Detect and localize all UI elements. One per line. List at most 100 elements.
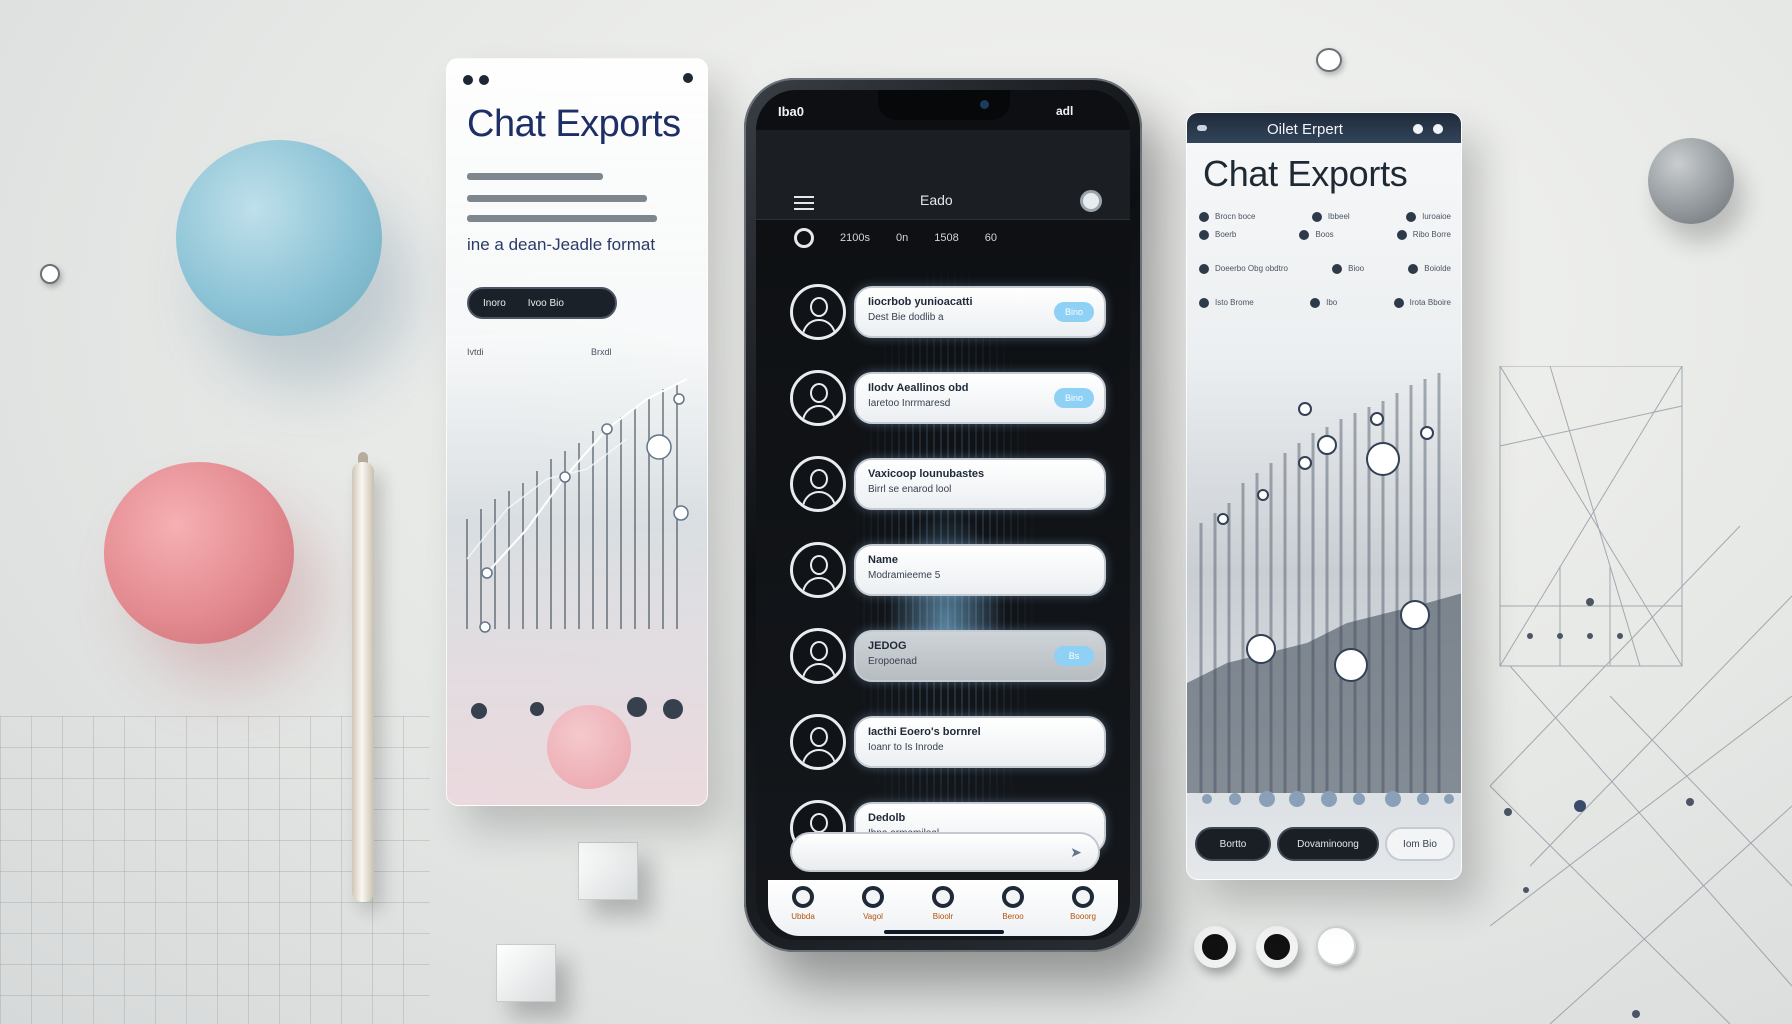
export-button-label: Ivoo Bio (527, 297, 564, 309)
stat-b: Bioo (1332, 264, 1364, 274)
bullet-icon (1299, 230, 1310, 240)
filter-row: 2100s 0n 1508 60 (794, 226, 1094, 250)
action-button[interactable]: Bortto (1195, 827, 1271, 861)
filter-chip[interactable]: 2100s (840, 232, 870, 244)
left-export-panel: Chat Exports ine a dean-Jeadle format In… (446, 58, 708, 806)
small-bead (1316, 48, 1342, 72)
stat-b: Boos (1299, 230, 1334, 240)
panel-title: Chat Exports (1203, 153, 1408, 194)
line-bar-chart (466, 378, 689, 719)
chat-bubble[interactable]: Name Modramieeme 5 (854, 544, 1106, 596)
avatar (790, 284, 846, 340)
wireframe-decoration (1490, 366, 1792, 1024)
chat-bubble[interactable]: Iacthi Eoero's bornrel Ioanr to Is Inrod… (854, 716, 1106, 768)
tab-label: Beroo (1002, 912, 1024, 921)
stat-row: Doeerbo Obg obdtro Bioo Boiolde (1199, 259, 1451, 279)
chat-badge: Bino (1054, 388, 1094, 408)
tab-icon (862, 886, 884, 908)
bar-chart (1187, 373, 1461, 807)
tab-label: Bioolr (932, 912, 954, 921)
bullet-icon (1199, 230, 1209, 240)
panel-subtitle: ine a dean-Jeadle format (467, 235, 656, 254)
bullet-icon (1332, 264, 1343, 274)
blue-sphere (176, 140, 382, 336)
bullet-icon (1199, 298, 1209, 308)
stat-row: Isto Brome Ibo Irota Bboire (1199, 293, 1451, 313)
bullet-icon (1393, 298, 1404, 308)
stat-c: Ribo Borre (1396, 230, 1451, 240)
tab-item[interactable]: Booorg (1053, 886, 1113, 936)
stat-row: Brocn boce Ibbeel Iuroaioe (1199, 207, 1451, 227)
chart-label: Ivtdi (467, 347, 484, 357)
chat-name: Vaxicoop lounubastes (868, 468, 985, 480)
placeholder-line (467, 195, 647, 202)
bullet-icon (1408, 264, 1419, 274)
tab-item[interactable]: Bioolr (913, 886, 973, 936)
filter-chip[interactable]: 0n (896, 232, 908, 244)
chat-bubble[interactable]: JEDOG Eropoenad Bs (854, 630, 1106, 682)
chat-list-item[interactable]: Iiocrbob yunioacatti Dest Bie dodlib a B… (790, 284, 1106, 344)
tab-icon (792, 886, 814, 908)
avatar (790, 542, 846, 598)
chat-name: Ilodv Aeallinos obd (868, 382, 969, 394)
window-dot (479, 75, 489, 85)
tab-item[interactable]: Beroo (983, 886, 1043, 936)
phone-screen: Iba0 adl Eado 2100s 0n 1508 60 Iiocrbob … (756, 90, 1130, 940)
tab-item[interactable]: Vagol (843, 886, 903, 936)
action-button[interactable]: Dovaminoong (1277, 827, 1379, 861)
avatar (790, 370, 846, 426)
chart-label: Brxdl (591, 347, 612, 357)
placeholder-line (467, 173, 603, 180)
filter-chip[interactable]: 60 (985, 232, 997, 244)
export-button[interactable]: Inoro Ivoo Bio (467, 287, 617, 319)
bullet-icon (1311, 212, 1322, 222)
tab-item[interactable]: Ubbda (773, 886, 833, 936)
cube (578, 842, 638, 900)
bullet-icon (1406, 212, 1417, 222)
chat-name: Iacthi Eoero's bornrel (868, 726, 981, 738)
chat-bubble[interactable]: Iiocrbob yunioacatti Dest Bie dodlib a B… (854, 286, 1106, 338)
avatar (790, 456, 846, 512)
bullet-icon (1396, 230, 1407, 240)
filter-chip[interactable]: 1508 (934, 232, 958, 244)
menu-icon[interactable] (794, 196, 814, 210)
back-icon[interactable] (1197, 125, 1207, 131)
chat-name: JEDOG (868, 640, 907, 652)
stat-b: Ibo (1310, 298, 1337, 308)
export-button-label: Inoro (483, 297, 506, 309)
cube (496, 944, 556, 1002)
stat-a: Isto Brome (1199, 298, 1254, 308)
tab-label: Ubbda (791, 912, 815, 921)
chat-preview: Eropoenad (868, 656, 917, 667)
tab-label: Vagol (863, 912, 883, 921)
filter-toggle-icon[interactable] (794, 228, 814, 248)
stat-row: Boerb Boos Ribo Borre (1199, 225, 1451, 245)
window-dot (1433, 124, 1443, 134)
pink-sphere (104, 462, 294, 644)
stat-a: Brocn boce (1199, 212, 1255, 222)
chat-list-item[interactable]: Iacthi Eoero's bornrel Ioanr to Is Inrod… (790, 714, 1106, 774)
bullet-icon (1199, 212, 1209, 222)
grey-sphere (1648, 138, 1734, 224)
chat-bubble[interactable]: Ilodv Aeallinos obd Iaretoo Inrrmaresd B… (854, 372, 1106, 424)
small-bead (40, 264, 60, 284)
send-icon[interactable]: ➤ (1068, 844, 1084, 860)
stat-c: Irota Bboire (1393, 298, 1451, 308)
tab-icon (1072, 886, 1094, 908)
stat-b: Ibbeel (1311, 212, 1350, 222)
message-input[interactable]: ➤ (790, 832, 1100, 872)
ring-bead (1256, 926, 1298, 968)
profile-avatar[interactable] (1080, 190, 1102, 212)
panel-bar-title: Oilet Erpert (1267, 121, 1343, 138)
avatar (790, 714, 846, 770)
chat-list-item[interactable]: Vaxicoop lounubastes Birrl se enarod loo… (790, 456, 1106, 516)
light-bead (1316, 926, 1356, 966)
pink-sphere-small (547, 705, 631, 789)
stat-a: Doeerbo Obg obdtro (1199, 264, 1288, 274)
chat-list-item[interactable]: Ilodv Aeallinos obd Iaretoo Inrrmaresd B… (790, 370, 1106, 430)
chat-list-item[interactable]: JEDOG Eropoenad Bs (790, 628, 1106, 688)
chat-bubble[interactable]: Vaxicoop lounubastes Birrl se enarod loo… (854, 458, 1106, 510)
action-button[interactable]: Iom Bio (1385, 827, 1455, 861)
chat-list-item[interactable]: Name Modramieeme 5 (790, 542, 1106, 602)
chat-badge: Bino (1054, 302, 1094, 322)
